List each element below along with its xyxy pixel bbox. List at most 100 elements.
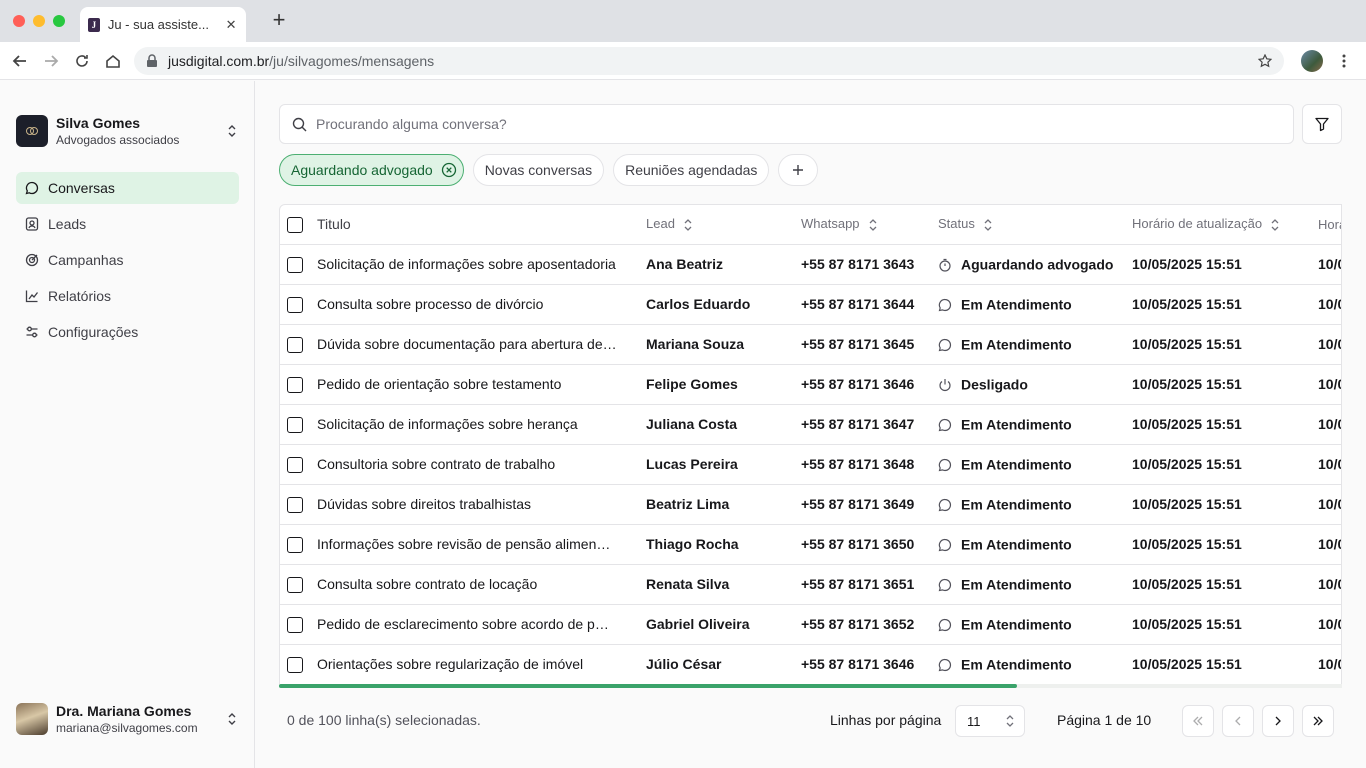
cell-updated: 10/05/2025 15:51 [1132,604,1318,645]
table-row[interactable]: Consultoria sobre contrato de trabalho Lu… [280,444,1341,485]
cell-title: Consulta sobre processo de divórcio [317,284,646,325]
table-row[interactable]: Pedido de orientação sobre testamento Fel… [280,364,1341,405]
cell-updated: 10/05/2025 15:51 [1132,244,1318,285]
page-indicator: Página 1 de 10 [1057,712,1152,728]
maximize-window-button[interactable] [53,15,65,27]
browser-menu-icon[interactable] [1335,52,1353,70]
remove-chip-icon[interactable] [441,162,457,178]
sidebar-item-campanhas[interactable]: Campanhas [16,244,239,276]
cell-title: Pedido de esclarecimento sobre acordo de… [317,604,646,645]
row-checkbox[interactable] [287,656,303,673]
column-header-horario[interactable]: Horário de atualização [1132,205,1318,245]
row-checkbox[interactable] [287,416,303,433]
tab-close-icon[interactable]: ✕ [224,17,238,33]
cell-updated: 10/05/2025 15:51 [1132,364,1318,405]
table-row[interactable]: Orientações sobre regularização de imóve… [280,644,1341,685]
cell-lead: Lucas Pereira [646,444,801,485]
chip-aguardando-advogado[interactable]: Aguardando advogado [279,154,464,186]
org-switcher[interactable]: Silva Gomes Advogados associados [16,113,239,149]
column-header-status[interactable]: Status [938,205,1132,245]
row-checkbox[interactable] [287,616,303,633]
contact-icon [25,217,39,231]
add-filter-button[interactable] [778,154,819,186]
cell-status: Em Atendimento [938,284,1132,325]
url-path: /ju/silvagomes/mensagens [269,53,435,69]
row-checkbox[interactable] [287,376,303,393]
cell-lead: Ana Beatriz [646,244,801,285]
table-row[interactable]: Dúvida sobre documentação para abertura … [280,324,1341,365]
first-page-button[interactable] [1182,705,1214,737]
horizontal-scrollbar-thumb[interactable] [279,684,1017,688]
user-avatar [16,703,48,735]
address-bar[interactable]: jusdigital.com.br/ju/silvagomes/mensagen… [134,47,1284,75]
cell-title: Dúvidas sobre direitos trabalhistas [317,484,646,525]
sidebar-item-configuracoes[interactable]: Configurações [16,316,239,348]
row-checkbox[interactable] [287,536,303,553]
row-checkbox[interactable] [287,456,303,473]
cell-whatsapp: +55 87 8171 3650 [801,524,938,565]
close-window-button[interactable] [13,15,25,27]
cell-lead: Carlos Eduardo [646,284,801,325]
org-logo [16,115,48,147]
chip-novas-conversas[interactable]: Novas conversas [472,154,605,186]
row-checkbox[interactable] [287,496,303,513]
filter-button[interactable] [1302,104,1342,144]
home-icon[interactable] [104,52,122,70]
row-checkbox[interactable] [287,256,303,273]
browser-tab[interactable]: J Ju - sua assiste... ✕ [80,7,246,42]
status-label: Em Atendimento [961,416,1072,433]
cell-status: Em Atendimento [938,524,1132,565]
table-row[interactable]: Solicitação de informações sobre herança… [280,404,1341,445]
cell-title: Informações sobre revisão de pensão alim… [317,524,646,565]
search-input[interactable] [316,116,1216,132]
sidebar-item-leads[interactable]: Leads [16,208,239,240]
bookmark-star-icon[interactable] [1258,54,1272,68]
favicon-icon: J [88,17,100,32]
org-logo-mark-icon [26,127,38,135]
sidebar-item-relatorios[interactable]: Relatórios [16,280,239,312]
chevrons-up-down-icon [1006,715,1014,727]
column-label: Whatsapp [801,216,860,232]
cell-status: Aguardando advogado [938,244,1132,285]
column-header-whatsapp[interactable]: Whatsapp [801,205,938,245]
cell-lead: Juliana Costa [646,404,801,445]
last-page-button[interactable] [1302,705,1334,737]
back-icon[interactable] [11,52,29,70]
next-page-button[interactable] [1262,705,1294,737]
new-tab-icon[interactable]: + [268,9,290,31]
cell-whatsapp: +55 87 8171 3647 [801,404,938,445]
status-label: Em Atendimento [961,336,1072,353]
status-label: Em Atendimento [961,616,1072,633]
row-checkbox[interactable] [287,576,303,593]
reload-icon[interactable] [73,52,91,70]
browser-profile-avatar[interactable] [1301,50,1323,72]
sidebar-item-conversas[interactable]: Conversas [16,172,239,204]
sort-icon [684,219,692,231]
chat-icon [938,338,952,351]
filter-chips: Aguardando advogado Novas conversas Reun… [279,154,827,186]
sliders-icon [26,326,38,338]
table-row[interactable]: Consulta sobre processo de divórcio Carlo… [280,284,1341,325]
minimize-window-button[interactable] [33,15,45,27]
previous-page-button[interactable] [1222,705,1254,737]
select-all-checkbox[interactable] [287,216,303,233]
cell-whatsapp: +55 87 8171 3644 [801,284,938,325]
column-header-hora[interactable]: Hora [1318,205,1341,245]
search-icon [292,117,307,131]
row-checkbox[interactable] [287,336,303,353]
status-label: Aguardando advogado [961,256,1114,273]
chip-reunioes-agendadas[interactable]: Reuniões agendadas [613,154,770,186]
table-row[interactable]: Informações sobre revisão de pensão alim… [280,524,1341,565]
column-header-lead[interactable]: Lead [646,205,801,245]
sidebar-item-label: Conversas [48,180,115,196]
row-checkbox[interactable] [287,296,303,313]
forward-icon[interactable] [42,52,60,70]
table-row[interactable]: Pedido de esclarecimento sobre acordo de… [280,604,1341,645]
target-icon [25,253,39,267]
table-row[interactable]: Dúvidas sobre direitos trabalhistas Beatr… [280,484,1341,525]
column-label: Horário de atualização [1132,216,1263,232]
table-row[interactable]: Solicitação de informações sobre aposent… [280,244,1341,285]
rows-per-page-select[interactable]: 11 [955,705,1025,737]
user-menu[interactable]: Dra. Mariana Gomes mariana@silvagomes.co… [16,701,239,737]
table-row[interactable]: Consulta sobre contrato de locação Renata… [280,564,1341,605]
